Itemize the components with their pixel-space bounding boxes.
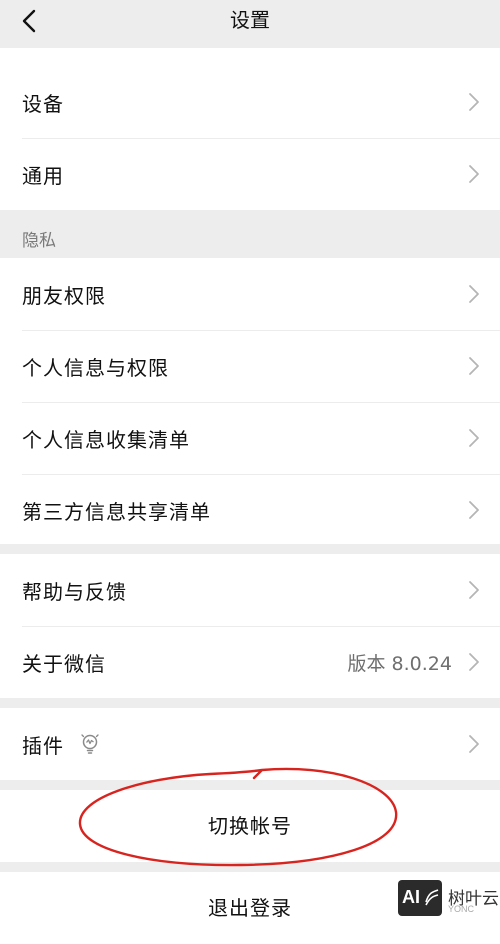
chevron-right-icon <box>469 581 479 599</box>
page-title: 设置 <box>230 8 270 32</box>
section-header-privacy: 隐私 <box>22 231 56 251</box>
chevron-right-icon <box>469 653 479 671</box>
chevron-right-icon <box>469 735 479 753</box>
settings-item-devices[interactable]: 设备 <box>0 66 500 138</box>
settings-item-label: 帮助与反馈 <box>22 579 127 604</box>
settings-item-label: 个人信息与权限 <box>22 355 169 380</box>
chevron-right-icon <box>469 285 479 303</box>
group-general: 设备 通用 <box>0 66 500 210</box>
group-about: 帮助与反馈 关于微信 版本 8.0.24 <box>0 554 500 698</box>
settings-item-label: 第三方信息共享清单 <box>22 499 211 524</box>
group-plugins: 插件 <box>0 708 500 780</box>
watermark-ai-badge: AI <box>398 880 442 916</box>
chevron-right-icon <box>469 429 479 447</box>
settings-item-label: 朋友权限 <box>22 283 106 308</box>
settings-item-help-feedback[interactable]: 帮助与反馈 <box>0 554 500 626</box>
switch-account-button[interactable]: 切换帐号 <box>0 790 500 862</box>
settings-item-plugins[interactable]: 插件 <box>0 708 500 780</box>
settings-item-label: 关于微信 <box>22 651 106 676</box>
settings-item-label: 通用 <box>22 163 64 188</box>
watermark-logo: AI 树叶云 YONC <box>398 880 499 916</box>
settings-item-personal-info-permissions[interactable]: 个人信息与权限 <box>0 330 500 402</box>
nav-bar: 设置 <box>0 0 500 48</box>
settings-item-label: 个人信息收集清单 <box>22 427 190 452</box>
settings-item-personal-info-list[interactable]: 个人信息收集清单 <box>0 402 500 474</box>
settings-item-label: 插件 <box>22 733 64 758</box>
version-value: 版本 8.0.24 <box>347 652 452 675</box>
settings-item-third-party-sharing[interactable]: 第三方信息共享清单 <box>0 474 500 546</box>
settings-item-general[interactable]: 通用 <box>0 138 500 210</box>
group-privacy: 朋友权限 个人信息与权限 个人信息收集清单 第三方信息共享清单 <box>0 258 500 544</box>
settings-item-friend-permissions[interactable]: 朋友权限 <box>0 258 500 330</box>
chevron-right-icon <box>469 501 479 519</box>
chevron-right-icon <box>469 357 479 375</box>
settings-item-about-wechat[interactable]: 关于微信 版本 8.0.24 <box>0 626 500 698</box>
watermark-sub-text: YONC <box>448 904 475 914</box>
chevron-right-icon <box>469 93 479 111</box>
lightbulb-icon <box>81 734 99 754</box>
group-top-strip <box>0 48 500 66</box>
switch-account-label: 切换帐号 <box>208 814 292 838</box>
watermark-wave-icon <box>425 889 439 906</box>
chevron-right-icon <box>469 165 479 183</box>
settings-item-label: 设备 <box>22 91 64 116</box>
